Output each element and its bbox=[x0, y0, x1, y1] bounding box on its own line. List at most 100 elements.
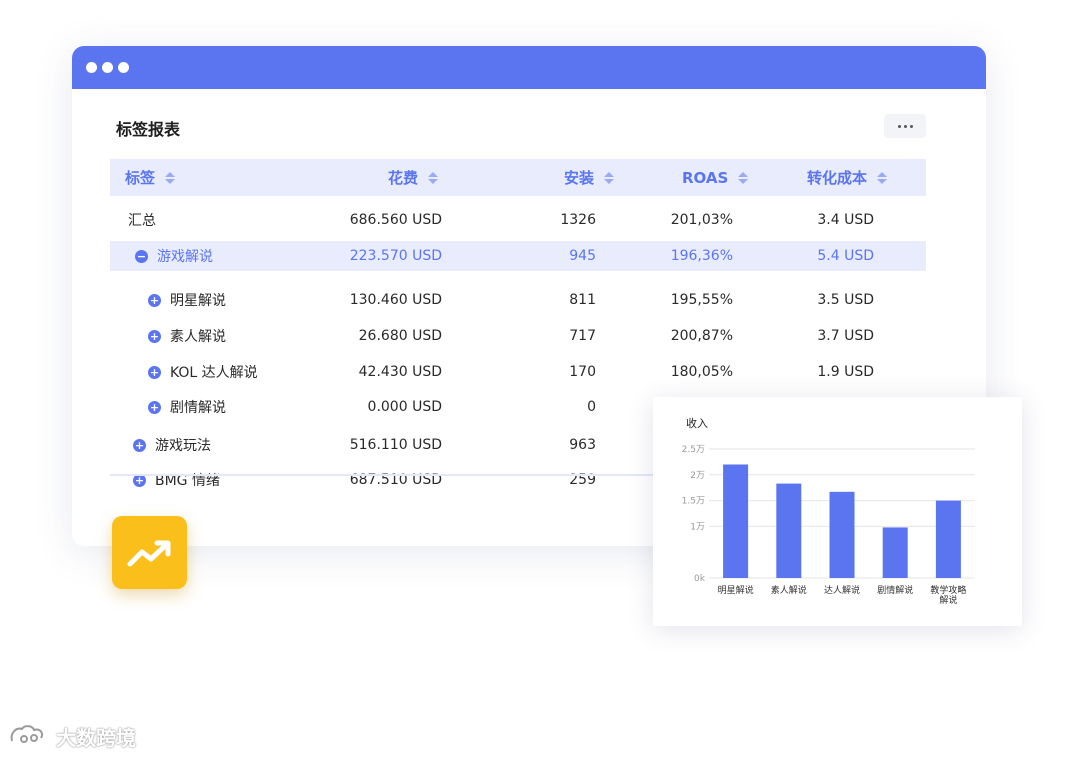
window-titlebar bbox=[72, 46, 986, 89]
window-dot bbox=[118, 62, 129, 73]
revenue-bar-chart: 收入 0k 1万 1.5万 2万 2.5万明星解说 素人解说 达人解说 剧情解说 教学攻略解说 bbox=[682, 416, 975, 606]
cell-spend: 516.110 USD bbox=[349, 437, 442, 453]
more-button[interactable] bbox=[884, 114, 926, 138]
row-label-wrap: + 明星解说 bbox=[148, 285, 226, 315]
watermark-logo-icon bbox=[10, 724, 44, 743]
more-dot bbox=[903, 124, 907, 128]
sort-icon[interactable] bbox=[604, 171, 615, 184]
chart-category-label: 素人解说 bbox=[771, 584, 807, 596]
window-dot bbox=[102, 62, 113, 73]
plus-circle-icon[interactable]: + bbox=[148, 329, 161, 343]
chart-bar bbox=[829, 491, 855, 578]
trend-tile bbox=[112, 516, 187, 589]
row-label-wrap: + BMG 情绪 bbox=[133, 465, 220, 495]
row-label: KOL 达人解说 bbox=[170, 365, 258, 381]
cell-installs: 963 bbox=[569, 437, 596, 453]
cell-roas: 196,36% bbox=[670, 248, 733, 264]
revenue-chart-card: 收入 0k 1万 1.5万 2万 2.5万明星解说 素人解说 达人解说 剧情解说 教学攻略 解说 bbox=[653, 397, 1022, 626]
cell-cpa: 1.9 USD bbox=[817, 364, 874, 380]
sort-icon[interactable] bbox=[428, 171, 439, 184]
cell-spend: 26.680 USD bbox=[358, 328, 442, 344]
chart-bar bbox=[935, 500, 961, 578]
cell-roas: 180,05% bbox=[670, 364, 733, 380]
row-label-wrap: + 游戏玩法 bbox=[133, 430, 211, 460]
column-label: 标签 bbox=[125, 169, 156, 187]
chart-category-label: 教学攻略 bbox=[930, 584, 966, 596]
table-row[interactable]: + 明星解说 130.460 USD 811 195,55% 3.5 USD bbox=[110, 285, 926, 315]
sort-icon[interactable] bbox=[877, 171, 888, 184]
chart-tick-label: 2.5万 bbox=[682, 445, 705, 455]
cell-cpa: 5.4 USD bbox=[817, 248, 874, 264]
cell-installs: 945 bbox=[569, 248, 596, 264]
cell-spend: 42.430 USD bbox=[358, 364, 442, 380]
chart-category-label: 剧情解说 bbox=[877, 584, 913, 596]
row-label: 明星解说 bbox=[170, 293, 226, 309]
row-label: 游戏解说 bbox=[157, 249, 213, 265]
row-label: 剧情解说 bbox=[170, 400, 226, 416]
chart-tick-label: 2万 bbox=[690, 471, 705, 481]
watermark: 大数跨境 bbox=[8, 722, 136, 751]
chart-tick-label: 1万 bbox=[690, 522, 705, 532]
cell-roas: 195,55% bbox=[670, 292, 733, 308]
cell-installs: 259 bbox=[569, 472, 596, 488]
plus-circle-icon[interactable]: + bbox=[148, 293, 161, 307]
table-row-group[interactable]: − 游戏解说 223.570 USD 945 196,36% 5.4 USD bbox=[110, 241, 926, 271]
cell-cpa: 3.4 USD bbox=[817, 212, 874, 228]
row-label-wrap: + 素人解说 bbox=[148, 321, 226, 351]
chart-category-label: 明星解说 bbox=[718, 584, 754, 596]
column-header-roas[interactable]: ROAS bbox=[682, 159, 749, 196]
cell-spend: 0.000 USD bbox=[367, 399, 442, 415]
column-header-installs[interactable]: 安装 bbox=[564, 159, 615, 196]
cell-roas: 200,87% bbox=[670, 328, 733, 344]
minus-circle-icon[interactable]: − bbox=[135, 249, 148, 263]
watermark-text: 大数跨境 bbox=[56, 726, 136, 750]
row-label: 素人解说 bbox=[170, 329, 226, 345]
sort-icon[interactable] bbox=[165, 171, 176, 184]
table-header: 标签 花费 安装 ROAS 转化成本 bbox=[110, 159, 926, 196]
cell-roas: 201,03% bbox=[670, 212, 733, 228]
row-label: 汇总 bbox=[128, 213, 156, 229]
column-header-spend[interactable]: 花费 bbox=[388, 159, 439, 196]
chart-category-label: 解说 bbox=[939, 594, 957, 606]
chart-tick-label: 1.5万 bbox=[682, 497, 705, 507]
table-row[interactable]: + 素人解说 26.680 USD 717 200,87% 3.7 USD bbox=[110, 321, 926, 351]
window-dot bbox=[86, 62, 97, 73]
plus-circle-icon[interactable]: + bbox=[133, 438, 146, 452]
column-label: 花费 bbox=[388, 169, 419, 187]
cell-spend: 686.560 USD bbox=[349, 212, 442, 228]
more-dot bbox=[909, 124, 913, 128]
cell-installs: 717 bbox=[569, 328, 596, 344]
cell-cpa: 3.7 USD bbox=[817, 328, 874, 344]
cell-installs: 1326 bbox=[560, 212, 596, 228]
column-label: 安装 bbox=[564, 169, 595, 187]
cell-installs: 0 bbox=[587, 399, 596, 415]
cell-cpa: 3.5 USD bbox=[817, 292, 874, 308]
report-title: 标签报表 bbox=[116, 120, 181, 139]
cell-spend: 223.570 USD bbox=[349, 248, 442, 264]
cell-spend: 687.510 USD bbox=[349, 472, 442, 488]
sort-icon[interactable] bbox=[738, 171, 749, 184]
cell-installs: 811 bbox=[569, 292, 596, 308]
chart-bar bbox=[776, 483, 802, 578]
chart-category-label: 达人解说 bbox=[824, 584, 860, 596]
table-row[interactable]: + KOL 达人解说 42.430 USD 170 180,05% 1.9 US… bbox=[110, 357, 926, 387]
column-header-tag[interactable]: 标签 bbox=[125, 159, 176, 196]
column-header-cpa[interactable]: 转化成本 bbox=[807, 159, 888, 196]
row-label-wrap: − 游戏解说 bbox=[135, 241, 213, 271]
column-label: 转化成本 bbox=[807, 169, 868, 187]
row-label-wrap: + 剧情解说 bbox=[148, 392, 226, 422]
chart-ylabel: 收入 bbox=[686, 416, 708, 430]
plus-circle-icon[interactable]: + bbox=[148, 365, 161, 379]
column-label: ROAS bbox=[682, 168, 729, 187]
table-divider bbox=[110, 474, 690, 476]
chart-bar bbox=[723, 464, 749, 578]
chart-bar bbox=[882, 527, 908, 578]
chart-tick-label: 0k bbox=[694, 574, 706, 584]
plus-circle-icon[interactable]: + bbox=[148, 400, 161, 414]
row-label-wrap: + KOL 达人解说 bbox=[148, 357, 258, 387]
trending-up-icon bbox=[127, 540, 170, 566]
stage: 标签报表 标签 花费 安装 ROAS 转化成本 汇总 686.560 USD 1… bbox=[0, 0, 1080, 759]
row-label: 游戏玩法 bbox=[155, 438, 211, 454]
more-dots-icon bbox=[897, 124, 901, 128]
cell-spend: 130.460 USD bbox=[349, 292, 442, 308]
